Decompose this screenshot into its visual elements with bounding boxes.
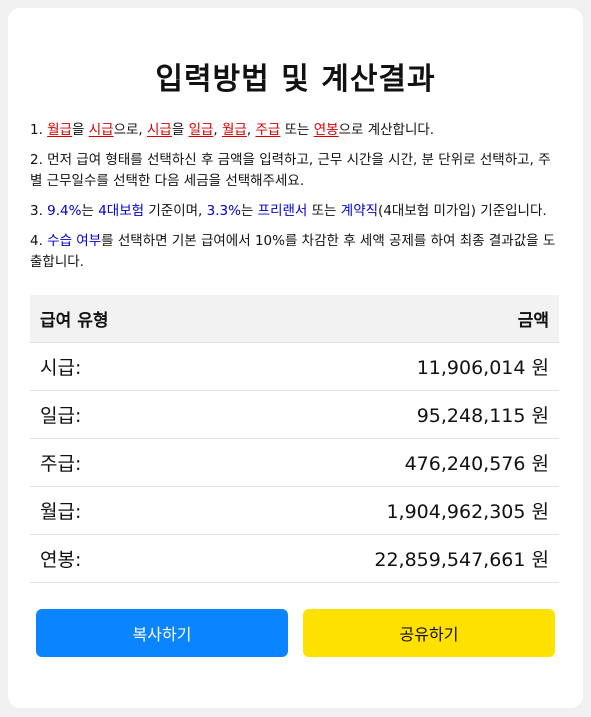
table-row-hourly: 시급: 11,906,014 원 (30, 342, 559, 391)
instruction-text: 으로 계산합니다. (338, 122, 435, 138)
instruction-text: 는 (81, 203, 99, 219)
highlight-term: 프리랜서 (257, 203, 308, 219)
header-amount: 금액 (195, 295, 559, 343)
highlight-term: 주급 (255, 122, 281, 138)
highlight-term: 4대보험 (98, 203, 145, 219)
instruction-3: 3. 9.4%는 4대보험 기준이며, 3.3%는 프리랜서 또는 계약직(4대… (30, 201, 561, 222)
result-card: 입력방법 및 계산결과 1. 월급을 시급으로, 시급을 일급, 월급, 주급 … (8, 8, 583, 708)
table-row-annual: 연봉: 22,859,547,661 원 (30, 534, 559, 583)
instruction-text: , (213, 122, 223, 138)
instruction-text: 기준이며, (144, 203, 207, 219)
copy-button[interactable]: 복사하기 (36, 609, 288, 657)
table-row-weekly: 주급: 476,240,576 원 (30, 438, 559, 487)
highlight-term: 9.4% (47, 203, 82, 219)
instructions: 1. 월급을 시급으로, 시급을 일급, 월급, 주급 또는 연봉으로 계산합니… (30, 120, 561, 273)
button-bar: 복사하기 공유하기 (30, 609, 561, 657)
instruction-4: 4. 수습 여부를 선택하면 기본 급여에서 10%를 차감한 후 세액 공제를… (30, 231, 561, 273)
row-label: 주급: (30, 438, 196, 487)
instruction-2: 2. 먼저 급여 형태를 선택하신 후 금액을 입력하고, 근무 시간을 시간,… (30, 152, 551, 189)
instruction-number: 3. (30, 203, 48, 219)
row-amount: 476,240,576 원 (195, 438, 559, 487)
row-label: 연봉: (30, 534, 196, 583)
share-button[interactable]: 공유하기 (303, 609, 555, 657)
instruction-number: 4. (30, 233, 48, 249)
row-amount: 95,248,115 원 (195, 390, 559, 439)
instruction-text: 또는 (280, 122, 314, 138)
table-row-monthly: 월급: 1,904,962,305 원 (30, 486, 559, 535)
row-amount: 1,904,962,305 원 (195, 486, 559, 535)
highlight-term: 3.3% (206, 203, 241, 219)
instruction-text: 을 (72, 122, 89, 138)
row-label: 일급: (30, 390, 196, 439)
highlight-term: 월급 (47, 122, 73, 138)
row-label: 월급: (30, 486, 196, 535)
row-label: 시급: (30, 342, 196, 391)
highlight-term: 시급 (147, 122, 172, 138)
row-amount: 11,906,014 원 (195, 342, 559, 391)
instruction-text: 를 선택하면 기본 급여에서 10%를 차감한 후 세액 공제를 하여 최종 결… (30, 233, 556, 270)
table-header-row: 급여 유형 금액 (30, 295, 559, 343)
instruction-text: 또는 (307, 203, 341, 219)
highlight-term: 일급 (188, 122, 214, 138)
header-type: 급여 유형 (30, 295, 196, 343)
highlight-term: 계약직 (340, 203, 379, 219)
highlight-term: 월급 (222, 122, 247, 138)
instruction-1: 1. 월급을 시급으로, 시급을 일급, 월급, 주급 또는 연봉으로 계산합니… (30, 120, 561, 141)
instruction-text: 는 (240, 203, 258, 219)
page-title: 입력방법 및 계산결과 (155, 62, 436, 97)
row-amount: 22,859,547,661 원 (195, 534, 559, 583)
highlight-term: 시급 (88, 122, 114, 138)
instruction-number: 1. (30, 122, 48, 138)
instruction-text: (4대보험 미가입) 기준입니다. (378, 203, 547, 219)
highlight-term: 수습 여부 (47, 233, 102, 249)
result-table: 급여 유형 금액 시급: 11,906,014 원 일급: 95,248,115… (30, 295, 559, 583)
instruction-text: 을 (171, 122, 189, 138)
highlight-term: 연봉 (313, 122, 339, 138)
instruction-text: 으로, (113, 122, 148, 138)
table-row-daily: 일급: 95,248,115 원 (30, 390, 559, 439)
